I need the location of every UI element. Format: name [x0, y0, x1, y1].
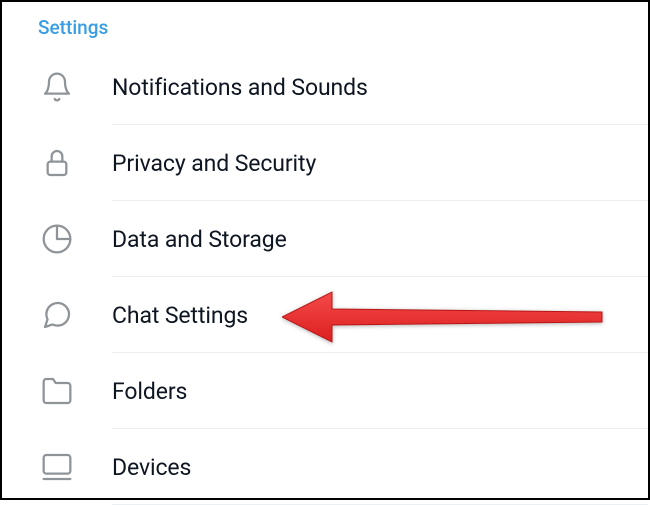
settings-item-notifications[interactable]: Notifications and Sounds: [2, 49, 648, 125]
settings-item-privacy[interactable]: Privacy and Security: [2, 125, 648, 201]
settings-list: Notifications and Sounds Privacy and Sec…: [2, 49, 648, 505]
settings-item-data-storage[interactable]: Data and Storage: [2, 201, 648, 277]
monitor-icon: [2, 451, 112, 483]
settings-item-chat-settings[interactable]: Chat Settings: [2, 277, 648, 353]
settings-item-label: Data and Storage: [112, 226, 287, 253]
settings-item-devices[interactable]: Devices: [2, 429, 648, 505]
lock-icon: [2, 147, 112, 179]
bell-icon: [2, 71, 112, 103]
chat-bubble-icon: [2, 299, 112, 331]
folder-icon: [2, 375, 112, 407]
settings-item-label: Notifications and Sounds: [112, 74, 368, 101]
settings-item-label: Privacy and Security: [112, 150, 316, 177]
section-header-settings: Settings: [2, 2, 648, 49]
settings-item-folders[interactable]: Folders: [2, 353, 648, 429]
settings-item-label: Folders: [112, 378, 187, 405]
settings-item-label: Devices: [112, 454, 191, 481]
pie-chart-icon: [2, 223, 112, 255]
settings-item-label: Chat Settings: [112, 302, 248, 329]
